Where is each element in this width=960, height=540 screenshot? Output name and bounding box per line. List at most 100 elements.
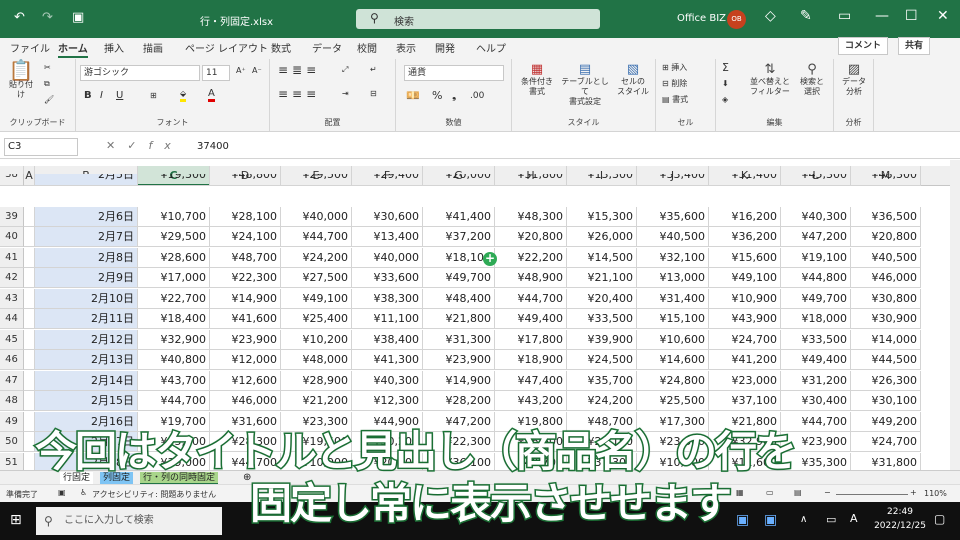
value-cell[interactable]: ¥13,300 xyxy=(567,174,637,186)
normal-view-icon[interactable]: ▦ xyxy=(736,488,744,497)
comment-button[interactable]: コメント xyxy=(838,37,889,55)
value-cell[interactable]: ¥16,200 xyxy=(709,206,781,227)
tab-developer[interactable]: 開発 xyxy=(435,40,455,55)
close-icon[interactable]: ✕ xyxy=(937,8,949,24)
date-cell[interactable]: 2月9日 xyxy=(35,268,138,289)
increase-decimal-icon[interactable]: .00 xyxy=(470,91,484,101)
value-cell[interactable]: ¥19,100 xyxy=(781,247,851,268)
value-cell[interactable]: ¥28,600 xyxy=(138,247,210,268)
value-cell[interactable]: ¥21,800 xyxy=(423,309,495,330)
percent-icon[interactable]: % xyxy=(432,90,442,101)
insert-cells-button[interactable]: ⊞ 挿入 xyxy=(662,63,687,73)
value-cell[interactable]: ¥14,900 xyxy=(423,370,495,391)
page-break-view-icon[interactable]: ▤ xyxy=(794,488,802,497)
value-cell[interactable]: ¥14,600 xyxy=(637,350,709,371)
notification-icon[interactable]: ▢ xyxy=(934,512,945,526)
date-cell[interactable]: 2月10日 xyxy=(35,288,138,309)
value-cell[interactable]: ¥28,200 xyxy=(423,391,495,412)
wrap-text-icon[interactable]: ↵ xyxy=(370,65,377,75)
value-cell[interactable]: ¥48,800 xyxy=(210,174,281,186)
value-cell[interactable]: ¥24,500 xyxy=(567,350,637,371)
value-cell[interactable]: ¥44,800 xyxy=(781,268,851,289)
value-cell[interactable]: ¥45,300 xyxy=(781,174,851,186)
formula-icons[interactable]: ✕✓fx xyxy=(106,139,183,152)
row-header[interactable]: 43 xyxy=(0,288,24,309)
font-size-select[interactable]: 11 xyxy=(202,65,230,81)
value-cell[interactable]: ¥48,300 xyxy=(851,174,921,186)
cell-a[interactable] xyxy=(24,174,35,186)
clear-icon[interactable]: ◈ xyxy=(722,95,728,105)
copy-icon[interactable]: ⧉ xyxy=(44,79,50,89)
value-cell[interactable]: ¥24,800 xyxy=(637,370,709,391)
value-cell[interactable]: ¥24,200 xyxy=(567,391,637,412)
row-header[interactable]: 44 xyxy=(0,309,24,330)
value-cell[interactable]: ¥33,400 xyxy=(637,174,709,186)
value-cell[interactable]: ¥32,900 xyxy=(138,329,210,350)
row-header[interactable]: 49 xyxy=(0,411,24,432)
value-cell[interactable]: ¥13,000 xyxy=(637,268,709,289)
value-cell[interactable]: ¥11,100 xyxy=(352,309,423,330)
battery-icon[interactable]: ▭ xyxy=(826,513,836,526)
date-cell[interactable]: 2月8日 xyxy=(35,247,138,268)
date-cell[interactable]: 2月12日 xyxy=(35,329,138,350)
accessibility-icon[interactable]: ♿ xyxy=(80,488,87,497)
orientation-icon[interactable]: ⤢ xyxy=(342,65,348,75)
value-cell[interactable]: ¥47,200 xyxy=(781,227,851,248)
value-cell[interactable]: ¥20,800 xyxy=(851,227,921,248)
value-cell[interactable]: ¥17,800 xyxy=(495,329,567,350)
tab-page-layout[interactable]: ページ レイアウト xyxy=(185,40,268,55)
ime-indicator[interactable]: A xyxy=(850,512,858,525)
cell-a[interactable] xyxy=(24,227,35,248)
value-cell[interactable]: ¥41,300 xyxy=(352,350,423,371)
value-cell[interactable]: ¥22,200 xyxy=(495,247,567,268)
value-cell[interactable]: ¥33,500 xyxy=(781,329,851,350)
value-cell[interactable]: ¥43,200 xyxy=(495,391,567,412)
redo-icon[interactable]: ↷ xyxy=(42,10,53,25)
zoom-level[interactable]: 110% xyxy=(924,489,947,498)
value-cell[interactable]: ¥29,500 xyxy=(138,227,210,248)
row-header[interactable]: 45 xyxy=(0,329,24,350)
border-icon[interactable]: ⊞ xyxy=(150,91,157,101)
date-cell[interactable]: 2月11日 xyxy=(35,309,138,330)
value-cell[interactable]: ¥29,400 xyxy=(352,174,423,186)
avatar[interactable]: OB xyxy=(727,10,746,29)
name-box[interactable]: C3 xyxy=(4,138,78,156)
value-cell[interactable]: ¥31,800 xyxy=(495,174,567,186)
windows-start-icon[interactable]: ⊞ xyxy=(10,512,22,528)
value-cell[interactable]: ¥29,500 xyxy=(281,174,352,186)
tab-draw[interactable]: 描画 xyxy=(143,40,163,55)
value-cell[interactable]: ¥24,200 xyxy=(281,247,352,268)
value-cell[interactable]: ¥18,900 xyxy=(495,350,567,371)
tab-formulas[interactable]: 数式 xyxy=(271,40,291,55)
value-cell[interactable]: ¥44,700 xyxy=(138,391,210,412)
search-box[interactable]: ⚲ 検索 xyxy=(356,9,600,29)
share-button[interactable]: 共有 xyxy=(898,37,931,55)
value-cell[interactable]: ¥27,500 xyxy=(281,268,352,289)
tab-review[interactable]: 校閲 xyxy=(357,40,377,55)
diamond-icon[interactable]: ◇ xyxy=(765,8,776,24)
value-cell[interactable]: ¥36,500 xyxy=(851,206,921,227)
value-cell[interactable]: ¥41,400 xyxy=(423,206,495,227)
value-cell[interactable]: ¥23,900 xyxy=(423,350,495,371)
zoom-slider[interactable] xyxy=(836,494,908,495)
value-cell[interactable]: ¥22,300 xyxy=(210,268,281,289)
date-cell[interactable]: 2月13日 xyxy=(35,350,138,371)
value-cell[interactable]: ¥48,700 xyxy=(210,247,281,268)
cell-a[interactable] xyxy=(24,247,35,268)
delete-cells-button[interactable]: ⊟ 削除 xyxy=(662,79,687,89)
value-cell[interactable]: ¥49,100 xyxy=(709,268,781,289)
comma-icon[interactable]: ❟ xyxy=(452,90,456,101)
value-cell[interactable]: ¥49,200 xyxy=(851,411,921,432)
value-cell[interactable]: ¥10,700 xyxy=(138,206,210,227)
row-header[interactable]: 40 xyxy=(0,227,24,248)
merge-icon[interactable]: ⊟ xyxy=(370,89,377,99)
value-cell[interactable]: ¥31,200 xyxy=(781,370,851,391)
font-color-icon[interactable]: A xyxy=(208,89,215,102)
format-cells-button[interactable]: ▤ 書式 xyxy=(662,95,688,105)
value-cell[interactable]: ¥31,400 xyxy=(709,174,781,186)
autosum-icon[interactable]: Σ xyxy=(722,62,729,73)
underline-button[interactable]: U xyxy=(116,91,123,101)
value-cell[interactable]: ¥31,400 xyxy=(637,288,709,309)
data-analysis-button[interactable]: ▨ データ 分析 xyxy=(838,63,870,97)
clock[interactable]: 22:49 2022/12/25 xyxy=(872,505,928,533)
